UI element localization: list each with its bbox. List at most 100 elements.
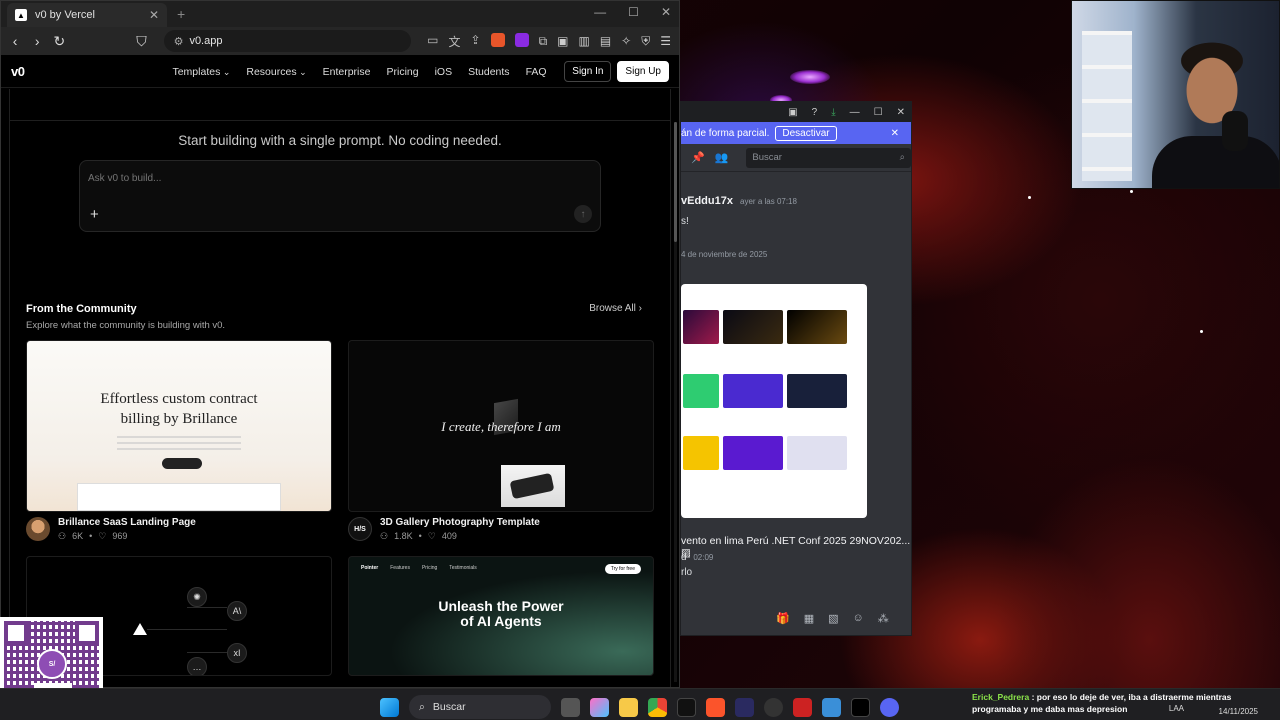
tiktok-icon[interactable]	[851, 697, 870, 717]
maximize-button[interactable]: ☐	[628, 5, 639, 19]
image-attachment[interactable]	[681, 284, 867, 518]
github-desktop-icon[interactable]	[764, 697, 783, 717]
photos-icon[interactable]	[822, 697, 841, 717]
forks-icon: ⚇	[380, 530, 389, 541]
chat-search-input[interactable]: Buscar ⌕	[746, 147, 911, 168]
nav-faq[interactable]: FAQ	[526, 66, 547, 78]
attach-plus-icon[interactable]: +	[90, 206, 99, 223]
nav-enterprise[interactable]: Enterprise	[323, 66, 371, 78]
copilot-icon[interactable]	[590, 697, 609, 717]
nav-resources[interactable]: Resources	[246, 66, 306, 78]
discord-icon[interactable]	[880, 697, 899, 717]
vpn-icon[interactable]: ⛨	[641, 34, 650, 49]
nav-students[interactable]: Students	[468, 66, 509, 78]
share-icon[interactable]: ⇪	[471, 33, 481, 50]
gift-icon[interactable]: 🎁	[776, 612, 790, 625]
card-stats: ⚇ 6K • ♡ 969	[58, 531, 196, 542]
scrollbar-thumb[interactable]	[674, 122, 677, 242]
app-icon[interactable]	[735, 697, 754, 717]
message-username[interactable]: vEddu17x	[681, 195, 733, 207]
screenshot-icon[interactable]: ▣	[557, 34, 568, 49]
close-banner-icon[interactable]: ✕	[891, 128, 899, 139]
address-bar: ‹ › ↻ ⛉ ⚙ v0.app ▭ 文 ⇪ ⧉ ▣ ▥ ▤ ✧ ⛨ ☰	[1, 27, 679, 55]
nav-ios[interactable]: iOS	[435, 66, 453, 78]
screen-icon[interactable]: ▣	[788, 107, 797, 118]
card-preview[interactable]: Effortless custom contract billing by Br…	[26, 340, 332, 512]
nav-pricing[interactable]: Pricing	[386, 66, 418, 78]
vercel-favicon-icon: ▲	[15, 9, 27, 21]
help-icon[interactable]: ?	[812, 107, 818, 118]
leo-ai-icon[interactable]: ✧	[621, 34, 631, 49]
avatar[interactable]: H/S	[348, 517, 372, 541]
download-icon[interactable]: ⤓	[831, 107, 835, 118]
sign-in-button[interactable]: Sign In	[564, 61, 612, 82]
translate-icon[interactable]: 文	[448, 33, 460, 50]
apps-icon[interactable]: ⁂	[878, 612, 889, 625]
post-line-time: 02:09	[693, 553, 714, 562]
sign-up-button[interactable]: Sign Up	[617, 61, 669, 82]
browse-all-link[interactable]: Browse All ›	[589, 303, 642, 314]
more-icon: …	[187, 657, 207, 675]
minimize-button[interactable]: —	[850, 107, 860, 118]
preview-screenshot	[77, 483, 281, 511]
close-window-button[interactable]: ✕	[897, 107, 905, 118]
v0-logo[interactable]: v0	[11, 64, 25, 79]
prompt-input[interactable]	[80, 161, 548, 196]
minimize-button[interactable]: —	[594, 5, 606, 19]
taskbar-search[interactable]: ⌕ Buscar	[409, 695, 551, 719]
scrollbar[interactable]	[674, 122, 677, 682]
menu-icon[interactable]: ☰	[660, 34, 671, 49]
community-card[interactable]: Effortless custom contract billing by Br…	[26, 340, 332, 542]
windows-start-icon[interactable]	[380, 697, 399, 717]
extensions-icon[interactable]: ⧉	[539, 34, 548, 49]
emoji-icon[interactable]: ☺	[853, 612, 864, 625]
wallet-icon[interactable]: ▤	[600, 34, 611, 49]
reload-icon[interactable]: ↻	[53, 33, 65, 50]
tf-app-icon[interactable]	[793, 697, 812, 717]
task-view-icon[interactable]	[561, 697, 580, 717]
flow-line	[147, 629, 227, 630]
browser-tab[interactable]: ▲ v0 by Vercel ✕	[7, 3, 167, 27]
stream-chat-message: Erick_Pedrera : por eso lo deje de ver, …	[972, 691, 1272, 715]
file-explorer-icon[interactable]	[619, 697, 638, 717]
preview-heading-line: billing by Brillance	[120, 411, 238, 427]
brave-shields-icon[interactable]	[490, 32, 505, 47]
forks-count: 1.8K	[394, 530, 413, 541]
avatar[interactable]	[26, 517, 50, 541]
url-tools: ▭ 文 ⇪	[427, 32, 529, 50]
forks-icon: ⚇	[58, 530, 67, 541]
brave-icon[interactable]	[706, 697, 725, 717]
forward-icon[interactable]: ›	[31, 33, 43, 49]
brave-rewards-icon[interactable]	[514, 32, 529, 47]
back-icon[interactable]: ‹	[9, 33, 21, 49]
sidebar-icon[interactable]: ▥	[578, 34, 589, 49]
bookmark-icon[interactable]: ⛉	[135, 33, 147, 50]
card-title[interactable]: 3D Gallery Photography Template	[380, 517, 540, 528]
preview-thumb	[787, 436, 847, 470]
community-card[interactable]: I create, therefore I am H/S 3D Gallery …	[348, 340, 654, 542]
community-card-preview[interactable]: Pointer Features Pricing Testimonials Tr…	[348, 556, 654, 676]
card-title[interactable]: Brillance SaaS Landing Page	[58, 517, 196, 528]
chrome-icon[interactable]	[648, 697, 667, 717]
nav-templates[interactable]: Templates	[172, 66, 230, 78]
sticker-icon[interactable]: ▧	[828, 612, 838, 625]
close-tab-icon[interactable]: ✕	[149, 8, 159, 22]
cast-icon[interactable]: ▭	[427, 33, 438, 50]
site-settings-icon[interactable]: ⚙	[174, 35, 184, 48]
terminal-icon[interactable]	[677, 697, 696, 717]
taskbar-icons: ⌕ Buscar	[380, 695, 899, 719]
maximize-button[interactable]: ☐	[874, 107, 883, 118]
gif-icon[interactable]: ▦	[804, 612, 814, 625]
new-tab-button[interactable]: +	[177, 6, 185, 22]
deactivate-button[interactable]: Desactivar	[775, 125, 837, 141]
url-field[interactable]: ⚙ v0.app	[163, 30, 412, 52]
post-title[interactable]: vento en lima Perú .NET Conf 2025 29NOV2…	[681, 535, 911, 559]
close-window-button[interactable]: ✕	[661, 5, 671, 19]
members-icon[interactable]: 👥	[715, 151, 729, 164]
prompt-box[interactable]: + ↑	[79, 160, 601, 232]
message-author[interactable]: vEddu17x ayer a las 07:18	[681, 195, 797, 207]
send-arrow-icon[interactable]: ↑	[574, 205, 592, 223]
card-preview[interactable]: I create, therefore I am	[348, 340, 654, 512]
pin-icon[interactable]: 📌	[691, 151, 705, 164]
preview-thumb	[723, 310, 783, 344]
